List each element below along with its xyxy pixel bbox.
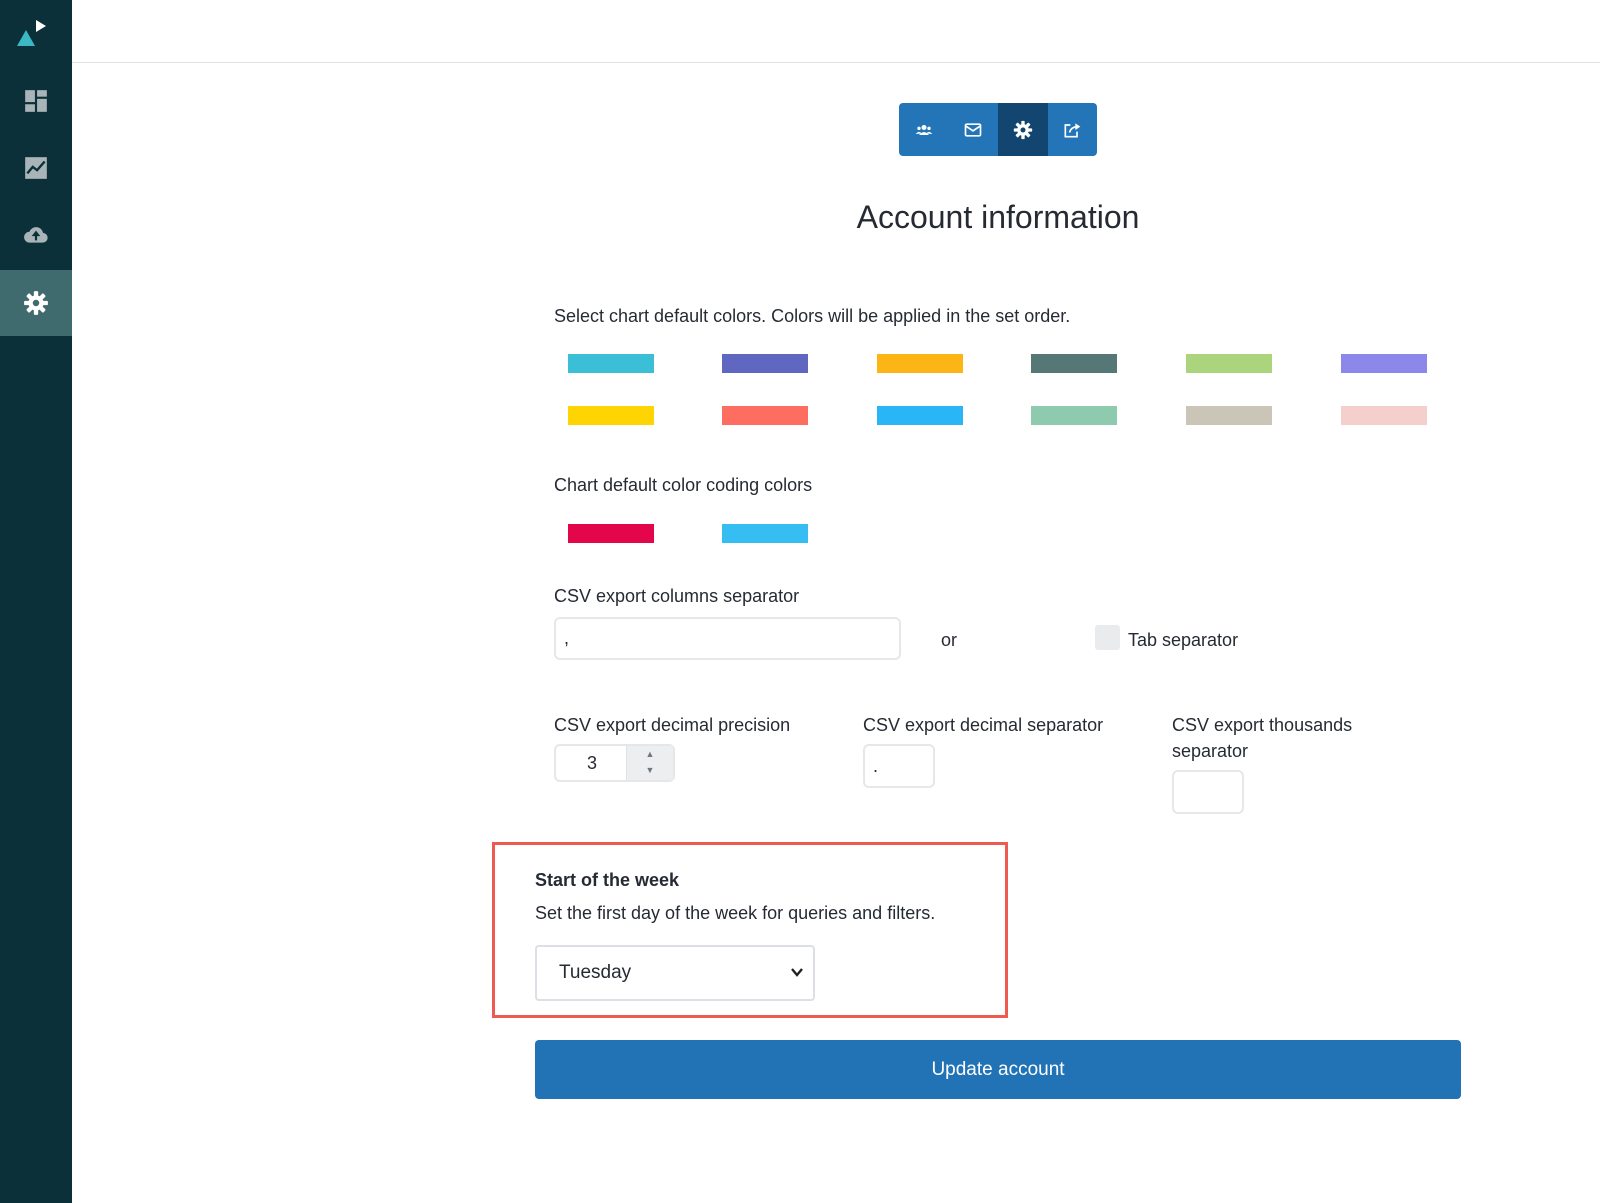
share-icon	[1064, 122, 1081, 137]
share-tab[interactable]	[1048, 103, 1098, 156]
dashboard-icon	[25, 90, 47, 112]
color-swatch[interactable]	[1341, 354, 1427, 373]
color-coding-label: Chart default color coding colors	[554, 475, 813, 495]
color-swatch[interactable]	[877, 354, 963, 373]
settings-toolbar	[899, 103, 1097, 156]
cloud-upload-icon	[24, 227, 48, 243]
color-swatch[interactable]	[1031, 406, 1117, 425]
csv-thousands-label-line1: CSV export thousands	[1172, 715, 1353, 735]
users-icon	[915, 124, 933, 135]
sidebar-item-dashboards[interactable]	[0, 68, 72, 134]
color-swatch[interactable]	[722, 524, 808, 543]
color-swatch[interactable]	[722, 354, 808, 373]
color-swatch[interactable]	[877, 406, 963, 425]
page-title: Account information	[856, 199, 1140, 235]
mail-icon	[964, 122, 982, 137]
sidebar	[0, 0, 72, 1203]
sidebar-item-upload[interactable]	[0, 202, 72, 268]
top-bar	[72, 0, 1600, 63]
sidebar-item-charts[interactable]	[0, 135, 72, 201]
csv-precision-label: CSV export decimal precision	[554, 715, 791, 735]
week-start-selected: Tuesday	[559, 962, 632, 983]
color-swatch[interactable]	[1031, 354, 1117, 373]
color-swatch[interactable]	[568, 406, 654, 425]
week-start-title: Start of the week	[535, 870, 680, 890]
color-swatch[interactable]	[722, 406, 808, 425]
tab-separator-label: Tab separator	[1128, 630, 1239, 650]
chevron-up-icon[interactable]: ▲	[627, 749, 673, 759]
csv-decimal-label: CSV export decimal separator	[863, 715, 1104, 735]
csv-precision-stepper[interactable]: 3 ▲ ▼	[554, 744, 675, 782]
gear-icon	[1013, 120, 1032, 139]
update-account-button[interactable]: Update account	[535, 1040, 1461, 1099]
chevron-down-icon[interactable]: ▼	[627, 765, 673, 775]
week-start-description: Set the first day of the week for querie…	[535, 903, 936, 923]
csv-thousands-input[interactable]	[1172, 770, 1244, 814]
csv-precision-value[interactable]: 3	[556, 746, 628, 780]
app-logo[interactable]	[14, 16, 46, 48]
week-start-select[interactable]: Tuesday	[535, 945, 815, 1001]
chevron-down-icon	[791, 968, 803, 977]
tab-separator-checkbox[interactable]	[1095, 625, 1120, 650]
csv-separator-input[interactable]	[554, 617, 901, 660]
csv-thousands-label-line2: separator	[1172, 741, 1249, 761]
color-swatch[interactable]	[1341, 406, 1427, 425]
or-text: or	[941, 630, 958, 650]
color-swatch[interactable]	[568, 524, 654, 543]
csv-decimal-input[interactable]	[863, 744, 935, 788]
mail-tab[interactable]	[949, 103, 999, 156]
users-tab[interactable]	[899, 103, 949, 156]
gear-icon	[24, 291, 48, 315]
color-swatch[interactable]	[1186, 406, 1272, 425]
color-swatch[interactable]	[568, 354, 654, 373]
stepper-arrows[interactable]: ▲ ▼	[626, 746, 673, 780]
csv-separator-label: CSV export columns separator	[554, 586, 800, 606]
color-swatch[interactable]	[1186, 354, 1272, 373]
chart-colors-label: Select chart default colors. Colors will…	[554, 306, 1071, 326]
sidebar-item-settings[interactable]	[0, 270, 72, 336]
settings-tab[interactable]	[998, 103, 1048, 156]
chart-icon	[25, 157, 47, 179]
